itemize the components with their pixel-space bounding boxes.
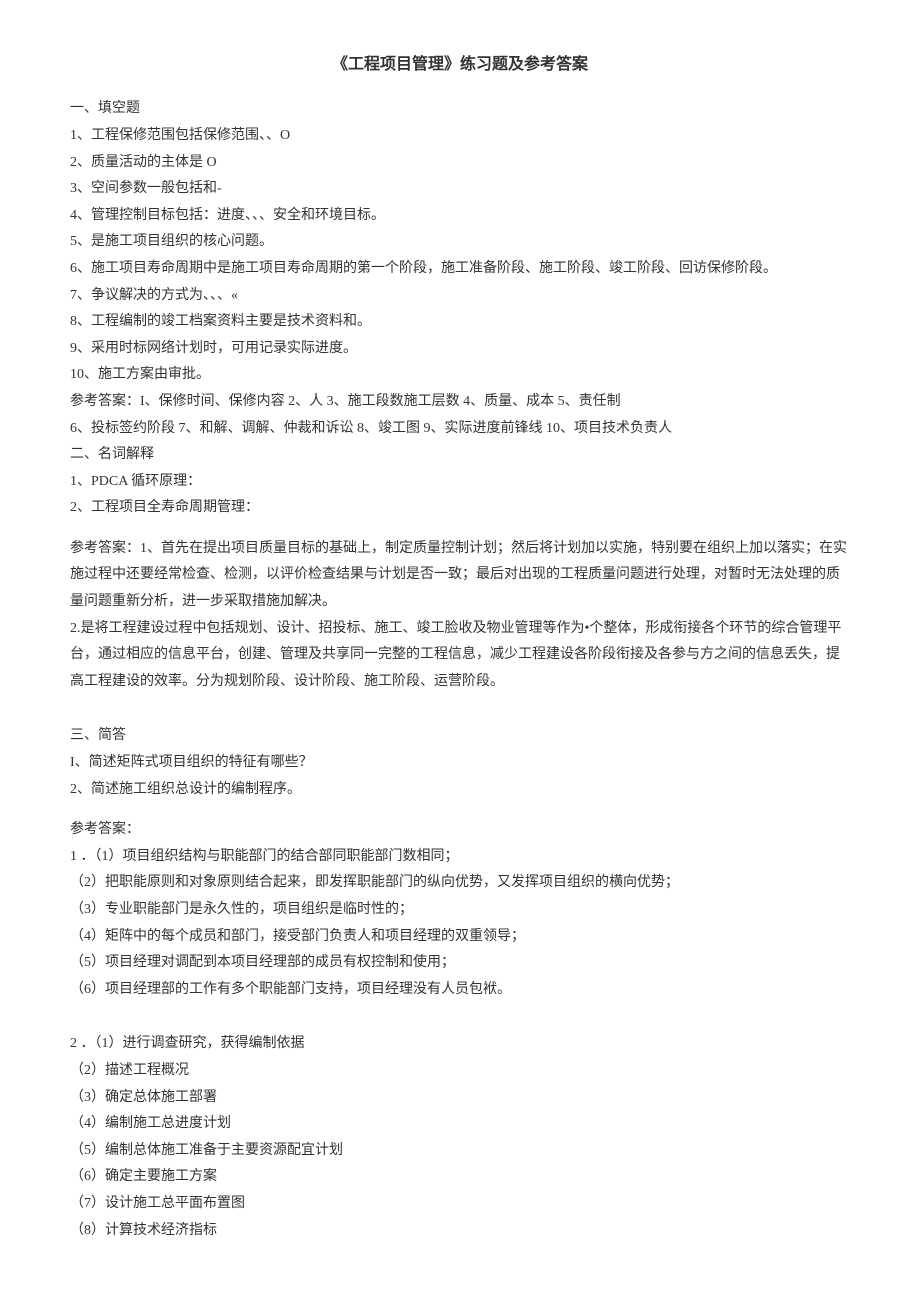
section3-heading: 三、简答 xyxy=(70,723,850,750)
answer2-item: （4）编制施工总进度计划 xyxy=(70,1111,850,1138)
answer1-item: （5）项目经理对调配到本项目经理部的成员有权控制和使用； xyxy=(70,950,850,977)
short-answer-item: I、简述矩阵式项目组织的特征有哪些？ xyxy=(70,750,850,777)
answer-line: 6、投标签约阶段 7、和解、调解、仲裁和诉讼 8、竣工图 9、实际进度前锋线 1… xyxy=(70,416,850,443)
answer1-item: （3）专业职能部门是永久性的，项目组织是临时性的； xyxy=(70,897,850,924)
answer2-item: （7）设计施工总平面布置图 xyxy=(70,1191,850,1218)
fill-blank-item: 5、是施工项目组织的核心问题。 xyxy=(70,229,850,256)
fill-blank-item: 8、工程编制的竣工档案资料主要是技术资料和。 xyxy=(70,309,850,336)
answer1-item: （4）矩阵中的每个成员和部门，接受部门负责人和项目经理的双重领导； xyxy=(70,924,850,951)
fill-blank-item: 3、空间参数一般包括和- xyxy=(70,176,850,203)
document-title: 《工程项目管理》练习题及参考答案 xyxy=(70,50,850,80)
answer2-item: （5）编制总体施工准备于主要资源配宜计划 xyxy=(70,1138,850,1165)
answer-label: 参考答案： xyxy=(70,817,850,844)
section2-heading: 二、名词解释 xyxy=(70,442,850,469)
answer2-item: （2）描述工程概况 xyxy=(70,1058,850,1085)
term-item: 2、工程项目全寿命周期管理： xyxy=(70,495,850,522)
answer-paragraph: 2.是将工程建设过程中包括规划、设计、招投标、施工、竣工脸收及物业管理等作为•个… xyxy=(70,616,850,696)
fill-blank-item: 9、采用时标网络计划时，可用记录实际进度。 xyxy=(70,336,850,363)
answer1-item: （6）项目经理部的工作有多个职能部门支持，项目经理没有人员包袱。 xyxy=(70,977,850,1004)
fill-blank-item: 10、施工方案由审批。 xyxy=(70,362,850,389)
answer2-item: （3）确定总体施工部署 xyxy=(70,1085,850,1112)
answer1-item: （2）把职能原则和对象原则结合起来，即发挥职能部门的纵向优势，又发挥项目组织的横… xyxy=(70,870,850,897)
section1-heading: 一、填空题 xyxy=(70,96,850,123)
short-answer-item: 2、简述施工组织总设计的编制程序。 xyxy=(70,777,850,804)
answer1-item: 1 ．（1）项目组织结构与职能部门的结合部同职能部门数相同； xyxy=(70,844,850,871)
fill-blank-item: 2、质量活动的主体是 O xyxy=(70,150,850,177)
answer-paragraph: 参考答案：1、首先在提出项目质量目标的基础上，制定质量控制计划；然后将计划加以实… xyxy=(70,536,850,616)
answer2-item: （8）计算技术经济指标 xyxy=(70,1218,850,1245)
fill-blank-item: 6、施工项目寿命周期中是施工项目寿命周期的第一个阶段，施工准备阶段、施工阶段、竣… xyxy=(70,256,850,283)
term-item: 1、PDCA 循环原理： xyxy=(70,469,850,496)
answer2-item: （6）确定主要施工方案 xyxy=(70,1164,850,1191)
fill-blank-item: 1、工程保修范围包括保修范围、、O xyxy=(70,123,850,150)
fill-blank-item: 7、争议解决的方式为、、、« xyxy=(70,283,850,310)
fill-blank-item: 4、管理控制目标包括：进度、、、安全和环境目标。 xyxy=(70,203,850,230)
answer2-item: 2 ．（1）进行调查研究，获得编制依据 xyxy=(70,1031,850,1058)
answer-line: 参考答案：I、保修时间、保修内容 2、人 3、施工段数施工层数 4、质量、成本 … xyxy=(70,389,850,416)
